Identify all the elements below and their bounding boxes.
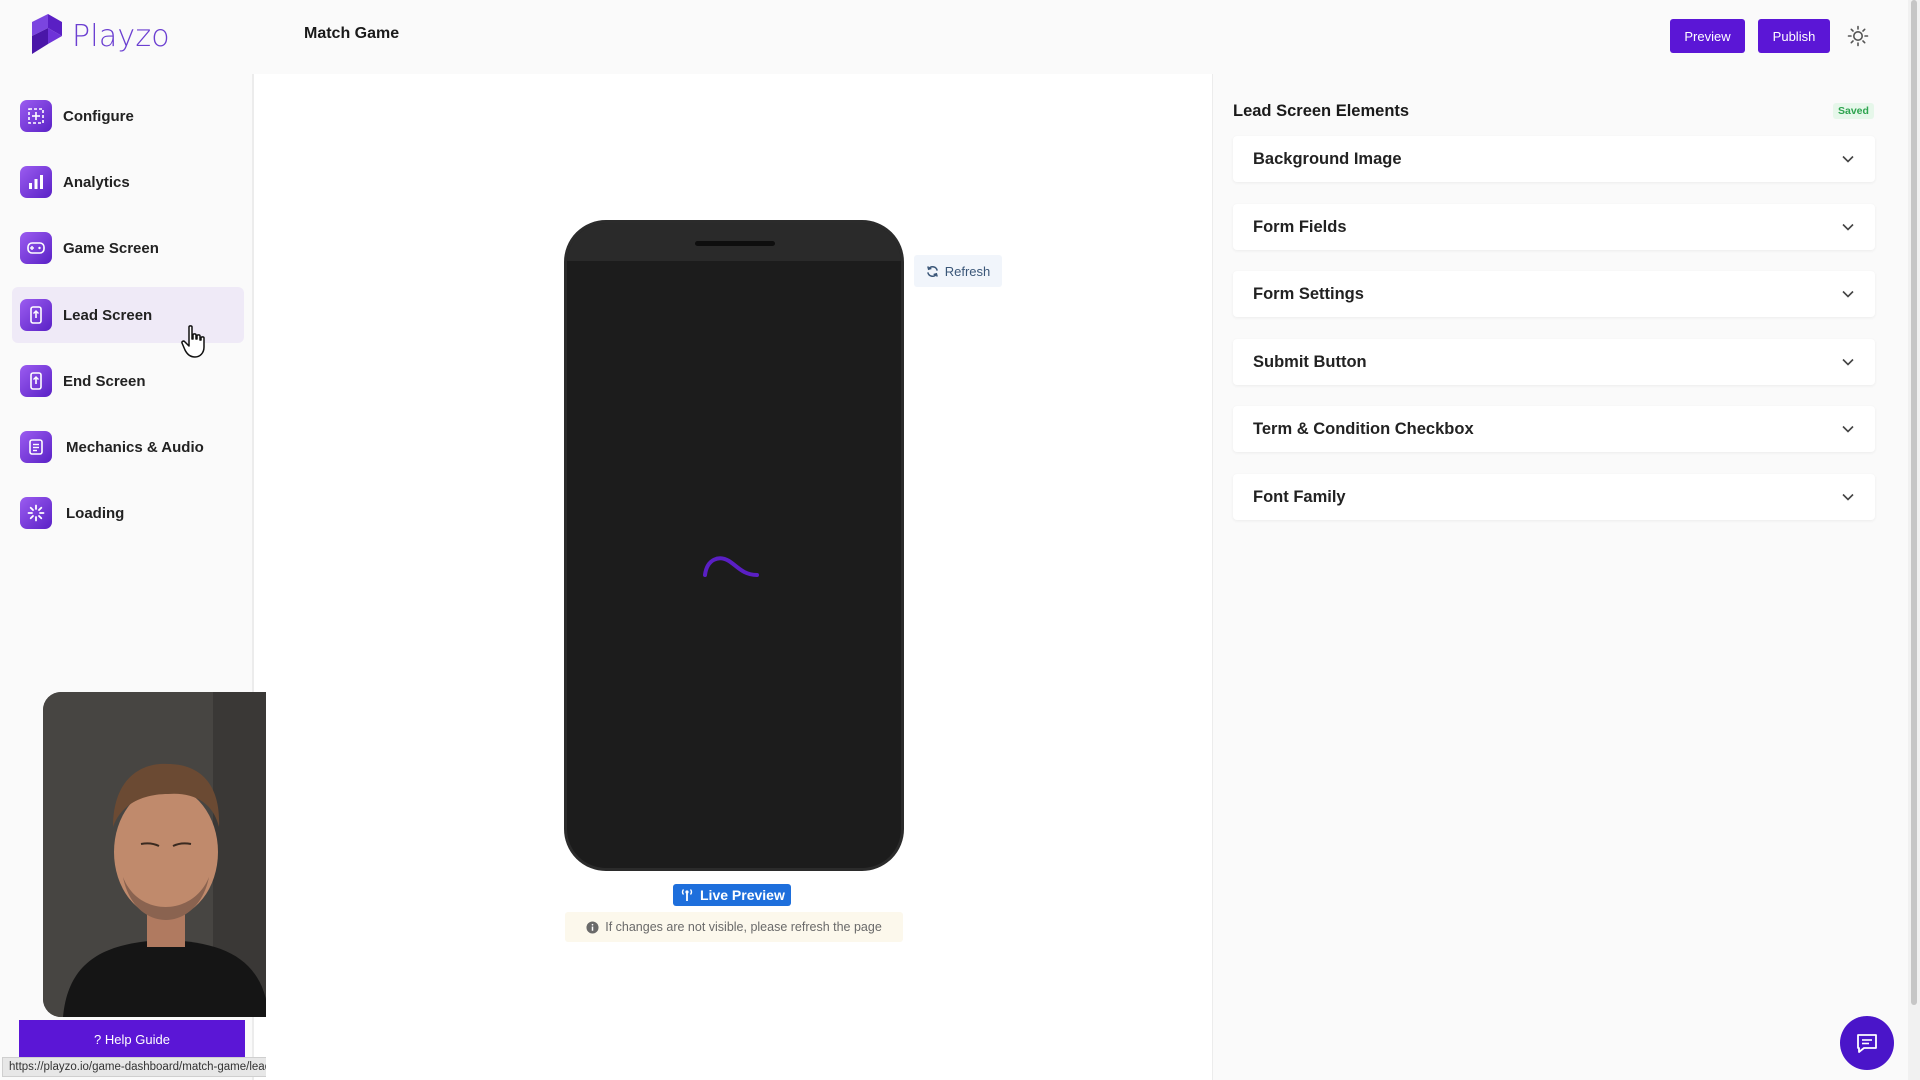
info-icon xyxy=(586,920,599,934)
sidebar-item-end-screen[interactable]: End Screen xyxy=(12,353,244,409)
presenter-video xyxy=(43,692,289,1017)
sidebar-item-mechanics-audio[interactable]: Mechanics & Audio xyxy=(12,419,244,475)
broadcast-icon xyxy=(681,889,693,901)
accordion-form-settings[interactable]: Form Settings xyxy=(1233,271,1875,317)
settings-panel: Lead Screen Elements Saved Background Im… xyxy=(1212,74,1908,1080)
accordion-font-family[interactable]: Font Family xyxy=(1233,474,1875,520)
configure-icon xyxy=(20,100,52,132)
accordion-label: Form Fields xyxy=(1253,217,1347,236)
publish-button[interactable]: Publish xyxy=(1758,19,1830,53)
sidebar-item-label: Configure xyxy=(63,107,134,125)
accordion-form-fields[interactable]: Form Fields xyxy=(1233,204,1875,250)
refresh-label: Refresh xyxy=(944,263,991,279)
sun-icon[interactable] xyxy=(1847,25,1869,47)
sidebar-item-loading[interactable]: Loading xyxy=(12,485,244,541)
phone-notch xyxy=(695,241,775,246)
refresh-icon xyxy=(926,265,938,277)
phone-preview xyxy=(564,220,904,871)
loading-spinner-icon xyxy=(703,556,759,577)
sidebar-item-configure[interactable]: Configure xyxy=(12,88,244,144)
accordion-submit-button[interactable]: Submit Button xyxy=(1233,339,1875,385)
playzo-logo[interactable]: Playzo xyxy=(30,14,170,58)
refresh-hint: If changes are not visible, please refre… xyxy=(565,912,903,942)
sidebar-item-label: Loading xyxy=(66,504,125,522)
top-header: Playzo Match Game Preview Publish xyxy=(0,0,1920,74)
accordion-label: Background Image xyxy=(1253,149,1402,168)
game-screen-icon xyxy=(20,232,52,264)
sidebar-item-analytics[interactable]: Analytics xyxy=(12,154,244,210)
chevron-down-icon xyxy=(1842,223,1854,231)
refresh-hint-text: If changes are not visible, please refre… xyxy=(605,920,882,934)
hand-cursor-icon xyxy=(181,325,205,358)
accordion-term-condition-checkbox[interactable]: Term & Condition Checkbox xyxy=(1233,406,1875,452)
chevron-down-icon xyxy=(1842,358,1854,366)
mechanics-audio-icon xyxy=(20,431,52,463)
accordion-background-image[interactable]: Background Image xyxy=(1233,136,1875,182)
chevron-down-icon xyxy=(1842,290,1854,298)
analytics-icon xyxy=(20,166,52,198)
live-preview-label: Live Preview xyxy=(700,887,785,903)
sidebar-item-label: Mechanics & Audio xyxy=(66,438,204,456)
chat-button[interactable] xyxy=(1840,1016,1894,1070)
page-scrollbar[interactable] xyxy=(1908,0,1920,1080)
chevron-down-icon xyxy=(1842,493,1854,501)
accordion-label: Font Family xyxy=(1253,487,1346,506)
scrollbar-thumb[interactable] xyxy=(1911,0,1917,1005)
sidebar-item-label: Lead Screen xyxy=(63,306,153,324)
chevron-down-icon xyxy=(1842,155,1854,163)
help-guide-button[interactable]: ? Help Guide xyxy=(19,1020,245,1058)
accordion-label: Form Settings xyxy=(1253,284,1364,303)
sidebar-item-label: End Screen xyxy=(63,372,146,390)
live-preview-badge: Live Preview xyxy=(673,884,791,906)
panel-title: Lead Screen Elements xyxy=(1233,102,1410,120)
sidebar-item-game-screen[interactable]: Game Screen xyxy=(12,220,244,276)
loading-icon xyxy=(20,497,52,529)
playzo-logo-icon xyxy=(32,14,62,54)
preview-button[interactable]: Preview xyxy=(1670,19,1745,53)
lead-screen-icon xyxy=(20,299,52,331)
refresh-button[interactable]: Refresh xyxy=(914,255,1002,287)
chevron-down-icon xyxy=(1842,425,1854,433)
end-screen-icon xyxy=(20,365,52,397)
accordion-label: Submit Button xyxy=(1253,352,1367,371)
saved-badge: Saved xyxy=(1833,103,1874,119)
sidebar-item-label: Game Screen xyxy=(63,239,159,257)
webcam-overlay xyxy=(43,692,289,1017)
chat-icon xyxy=(1857,1034,1877,1053)
logo-text: Playzo xyxy=(72,18,170,54)
page-title: Match Game xyxy=(304,25,400,42)
accordion-label: Term & Condition Checkbox xyxy=(1253,419,1474,438)
sidebar-item-label: Analytics xyxy=(63,173,130,191)
